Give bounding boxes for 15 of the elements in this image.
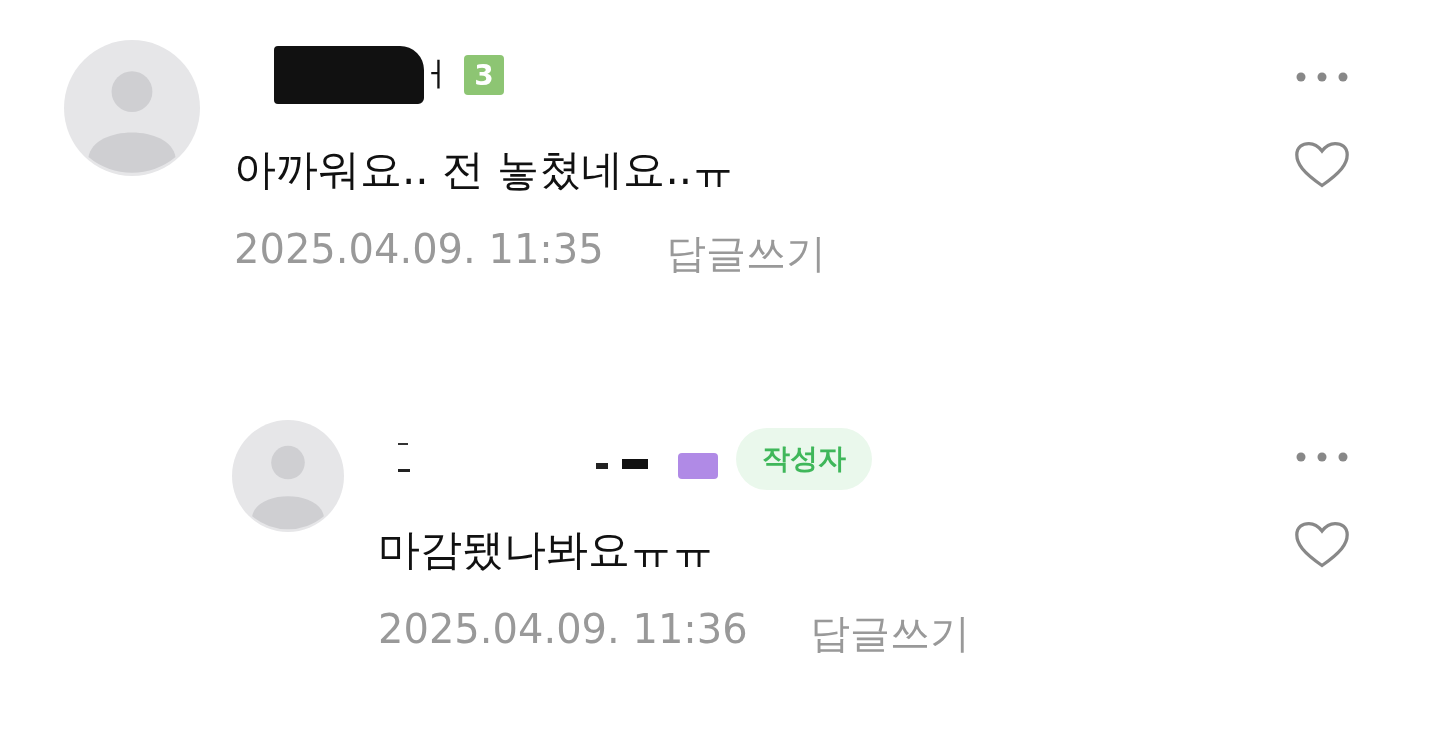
reply-link[interactable]: 답글쓰기 bbox=[809, 606, 970, 661]
comment-date: 2025.04.09. 11:35 bbox=[234, 226, 604, 274]
comment-text: 마감됐나봐요ㅠㅠ bbox=[378, 524, 715, 576]
level-badge: 3 bbox=[464, 55, 504, 95]
comment-text: 아까워요.. 전 놓쳤네요..ㅠ bbox=[234, 144, 736, 196]
avatar-icon bbox=[232, 420, 344, 532]
author-badge: 작성자 bbox=[736, 428, 872, 490]
heart-icon[interactable] bbox=[1294, 520, 1350, 570]
comment-date: 2025.04.09. 11:36 bbox=[378, 606, 748, 654]
avatar-icon bbox=[64, 40, 200, 176]
reply-link[interactable]: 답글쓰기 bbox=[665, 226, 826, 281]
more-icon[interactable] bbox=[1296, 452, 1348, 462]
more-icon[interactable] bbox=[1296, 72, 1348, 82]
author-name[interactable]: ㅓ bbox=[420, 52, 454, 98]
heart-icon[interactable] bbox=[1294, 140, 1350, 190]
